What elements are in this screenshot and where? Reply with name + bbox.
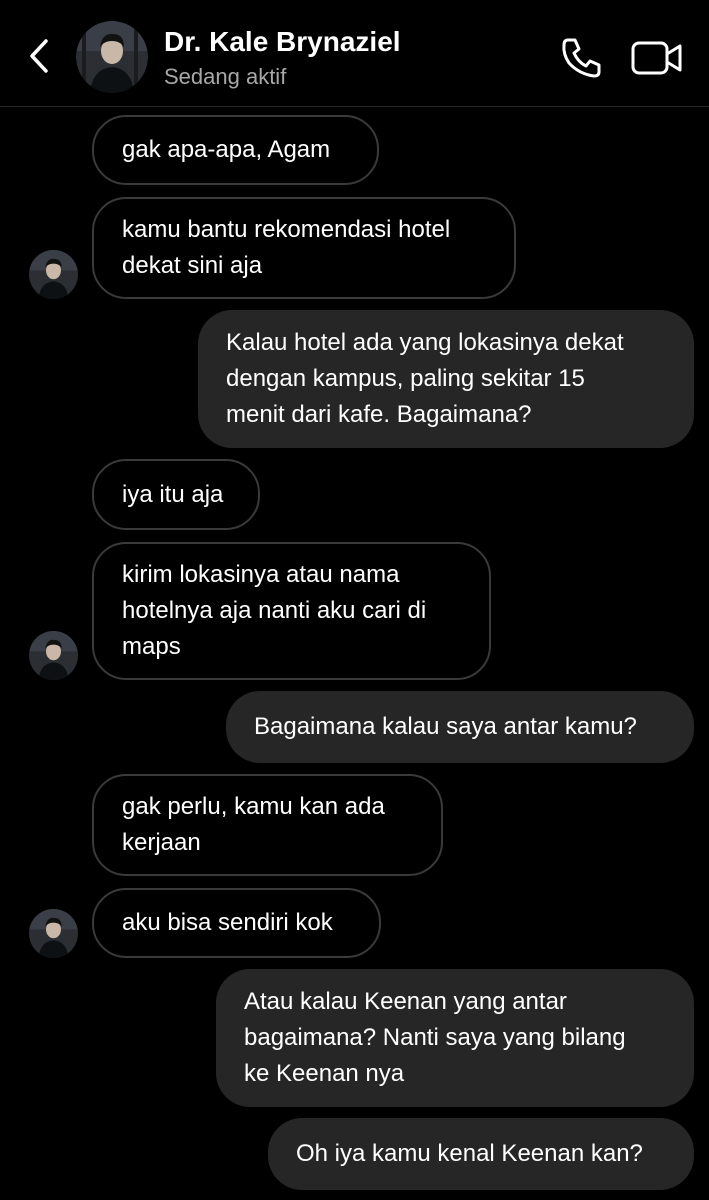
chat-header: Dr. Kale Brynaziel Sedang aktif	[0, 0, 709, 107]
voice-call-button[interactable]	[558, 36, 604, 80]
phone-icon	[562, 38, 601, 78]
message-text: aku bisa sendiri kok	[122, 909, 333, 936]
back-button[interactable]	[22, 36, 56, 76]
message-text: gak apa-apa, Agam	[122, 136, 331, 163]
contact-avatar[interactable]	[76, 21, 148, 93]
contact-status: Sedang aktif	[164, 64, 287, 89]
message-text: Bagaimana kalau saya antar kamu?	[254, 713, 637, 740]
message-text: Oh iya kamu kenal Keenan kan?	[296, 1140, 643, 1167]
message-text: Kalau hotel ada yang lokasinya dekat den…	[226, 329, 624, 428]
message-text: kirim lokasinya atau nama hotelnya aja n…	[122, 561, 427, 660]
message-bubble-outgoing[interactable]: Bagaimana kalau saya antar kamu?	[226, 691, 694, 763]
video-call-button[interactable]	[630, 38, 684, 78]
message-bubble-outgoing[interactable]: Oh iya kamu kenal Keenan kan?	[268, 1118, 694, 1190]
message-bubble-incoming[interactable]: kirim lokasinya atau nama hotelnya aja n…	[92, 542, 491, 680]
message-bubble-incoming[interactable]: aku bisa sendiri kok	[92, 888, 381, 958]
message-bubble-incoming[interactable]: gak perlu, kamu kan ada kerjaan	[92, 774, 443, 876]
message-bubble-outgoing[interactable]: Kalau hotel ada yang lokasinya dekat den…	[198, 310, 694, 448]
sender-avatar[interactable]	[29, 909, 78, 958]
message-bubble-incoming[interactable]: iya itu aja	[92, 459, 260, 530]
chevron-left-icon	[30, 39, 48, 73]
sender-avatar[interactable]	[29, 250, 78, 299]
message-bubble-outgoing[interactable]: Atau kalau Keenan yang antar bagaimana? …	[216, 969, 694, 1107]
video-camera-icon	[631, 41, 682, 75]
message-bubble-incoming[interactable]: kamu bantu rekomendasi hotel dekat sini …	[92, 197, 516, 299]
contact-name[interactable]: Dr. Kale Brynaziel	[164, 26, 401, 58]
sender-avatar[interactable]	[29, 631, 78, 680]
message-text: gak perlu, kamu kan ada kerjaan	[122, 793, 385, 856]
message-text: iya itu aja	[122, 480, 224, 508]
message-bubble-incoming[interactable]: gak apa-apa, Agam	[92, 115, 379, 185]
message-text: kamu bantu rekomendasi hotel dekat sini …	[122, 216, 451, 279]
message-text: Atau kalau Keenan yang antar bagaimana? …	[244, 988, 626, 1087]
